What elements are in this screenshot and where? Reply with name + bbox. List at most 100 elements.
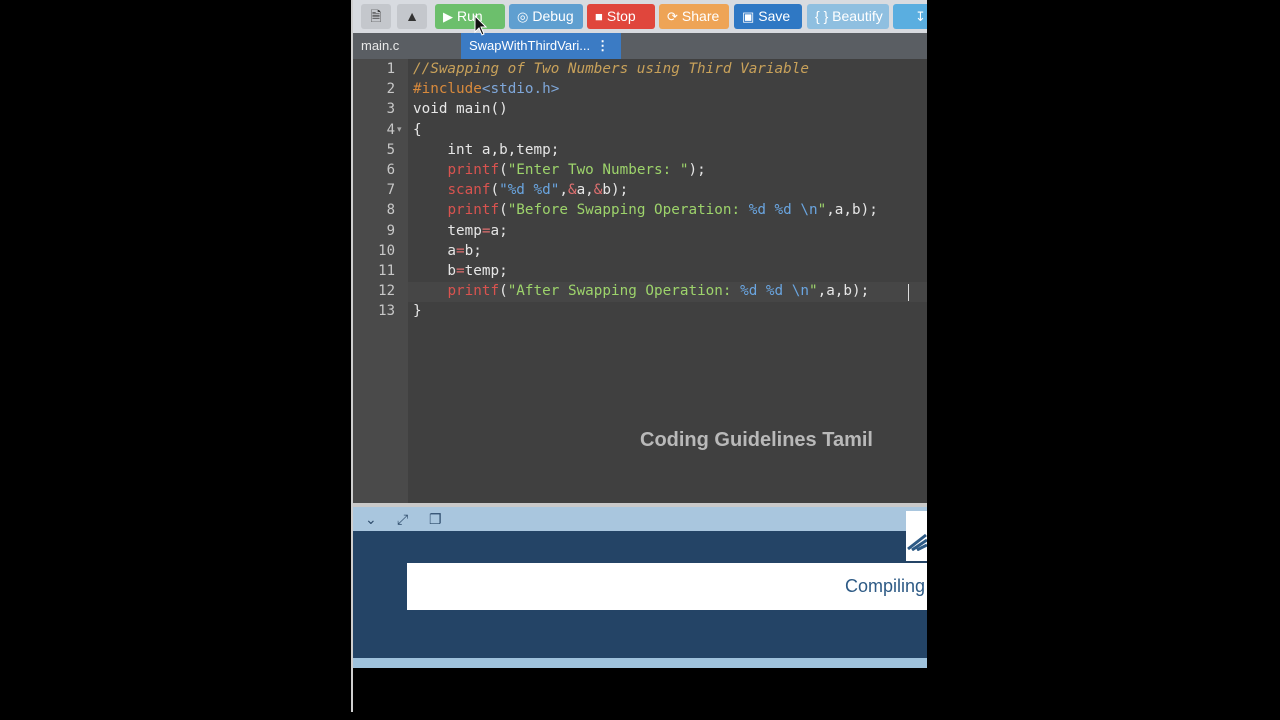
code-line: printf("Enter Two Numbers: "); — [413, 162, 706, 178]
code-line: void main() — [413, 101, 508, 117]
code-token: void main() — [413, 101, 508, 118]
code-line: a=b; — [413, 242, 482, 259]
output-panel: Compiling — [353, 511, 927, 658]
code-token: <stdio.h> — [481, 81, 560, 98]
code-token: ( — [499, 283, 508, 300]
code-token: %d %d \n — [748, 202, 818, 219]
code-token: %d %d \n — [740, 283, 809, 300]
run-button[interactable]: ▶ Run — [435, 4, 505, 29]
line-number: 13 — [378, 303, 395, 320]
line-number: 7 — [386, 182, 395, 199]
compile-status-text: Compiling — [845, 576, 926, 596]
code-token: b — [413, 263, 457, 279]
code-line: temp=a; — [413, 222, 508, 239]
code-line: b=temp; — [413, 263, 508, 279]
code-token: "Enter Two Numbers: " — [507, 162, 689, 178]
code-line: //Swapping of Two Numbers using Third Va… — [413, 61, 809, 77]
code-token: " — [817, 202, 827, 219]
line-number: 11 — [378, 263, 395, 279]
output-bottom-bar — [353, 658, 927, 668]
watermark: Coding Guidelines Tamil — [640, 429, 873, 451]
line-number: 3 — [386, 101, 395, 118]
stop-button[interactable]: ■ Stop — [587, 4, 655, 29]
save-button[interactable]: ▣ Save — [734, 4, 802, 29]
code-token: scanf — [447, 182, 491, 199]
code-line: #include<stdio.h> — [413, 81, 559, 97]
code-token: "Before Swapping Operation: — [507, 202, 749, 219]
kebab-menu-icon[interactable]: ⋮ — [596, 38, 609, 53]
code-token: printf — [447, 162, 500, 178]
code-token: = — [456, 242, 465, 259]
tab-main-c[interactable]: main.c — [353, 33, 463, 59]
download-icon: ↧ — [915, 9, 926, 24]
compile-status-box: Compiling — [407, 563, 927, 610]
code-line: { — [413, 122, 422, 138]
code-token: "After Swapping Operation: — [507, 283, 741, 300]
code-token: & — [567, 182, 577, 199]
code-token: "%d %d" — [499, 182, 560, 199]
code-token: #include — [413, 81, 482, 98]
share-button[interactable]: ⟳ Share — [659, 4, 729, 29]
upload-icon[interactable]: ▲ — [397, 4, 427, 29]
online-ide: 🗎 ▲ ▶ Run ◎ Debug ■ Stop ⟳ Share ▣ Save { } B… — [353, 0, 927, 668]
debug-icon: ◎ — [517, 9, 529, 24]
code-line: printf("After Swapping Operation: %d %d … — [413, 283, 869, 299]
line-number: 8 — [386, 202, 395, 219]
code-token: ); — [688, 162, 706, 178]
line-number: 1 — [386, 61, 395, 77]
code-token: b; — [464, 242, 482, 259]
code-token: temp; — [464, 263, 508, 279]
fold-arrow-icon[interactable]: ▾ — [397, 125, 402, 135]
toolbar: 🗎 ▲ ▶ Run ◎ Debug ■ Stop ⟳ Share ▣ Save { } B… — [353, 0, 927, 33]
code-token: temp — [413, 222, 482, 239]
code-token: { — [413, 121, 422, 138]
code-editor[interactable]: 1 2 3 4 5 6 7 8 9 10 11 12 13 ▾ //Swapping of Two Nu… — [353, 59, 927, 503]
code-token: a; — [490, 222, 508, 239]
code-token: a, — [576, 182, 594, 199]
line-number: 12 — [378, 283, 395, 300]
text-caret — [908, 284, 909, 301]
line-number: 2 — [386, 81, 395, 98]
line-number: 10 — [378, 242, 395, 259]
line-number: 6 — [386, 162, 395, 178]
stop-icon: ■ — [595, 9, 603, 24]
code-line: printf("Before Swapping Operation: %d %d… — [413, 202, 877, 219]
beautify-button[interactable]: { } Beautify — [807, 4, 889, 29]
debug-button[interactable]: ◎ Debug — [509, 4, 583, 29]
code-token: ,a,b); — [817, 283, 870, 300]
code-token: ( — [499, 202, 508, 219]
line-number: 5 — [386, 141, 395, 158]
line-number: 9 — [386, 222, 395, 239]
code-token: a — [413, 242, 457, 259]
expand-icon[interactable]: ⤢ — [397, 511, 408, 528]
code-token: } — [413, 303, 422, 320]
code-line: } — [413, 303, 422, 319]
code-token: int a,b,temp; — [413, 141, 560, 158]
chevron-down-icon[interactable]: ⌄ — [365, 511, 377, 528]
file-tabs: main.c SwapWithThirdVari... ⋮ — [353, 33, 927, 59]
code-line: scanf("%d %d",&a,&b); — [413, 182, 628, 198]
code-token: , — [559, 182, 568, 199]
output-toolbar: ⌄ ⤢ ❐ — [353, 503, 927, 531]
code-line: int a,b,temp; — [413, 142, 559, 158]
play-icon: ▶ — [443, 9, 453, 24]
copy-icon[interactable]: ❐ — [429, 511, 442, 528]
code-token: ( — [499, 162, 508, 178]
code-token: printf — [447, 202, 500, 219]
code-token: ( — [490, 182, 500, 199]
code-token: //Swapping of Two Numbers using Third Va… — [413, 61, 809, 77]
code-token: = — [456, 263, 465, 279]
code-token: b); — [602, 182, 629, 199]
mouse-pointer-icon — [474, 15, 488, 36]
download-button[interactable]: ↧ — [893, 4, 927, 29]
save-icon: ▣ — [742, 9, 755, 24]
file-icon[interactable]: 🗎 — [361, 4, 391, 29]
line-number: 4 — [386, 121, 395, 138]
code-token: printf — [447, 283, 500, 300]
share-icon: ⟳ — [667, 9, 678, 24]
logo-icon — [906, 511, 927, 561]
